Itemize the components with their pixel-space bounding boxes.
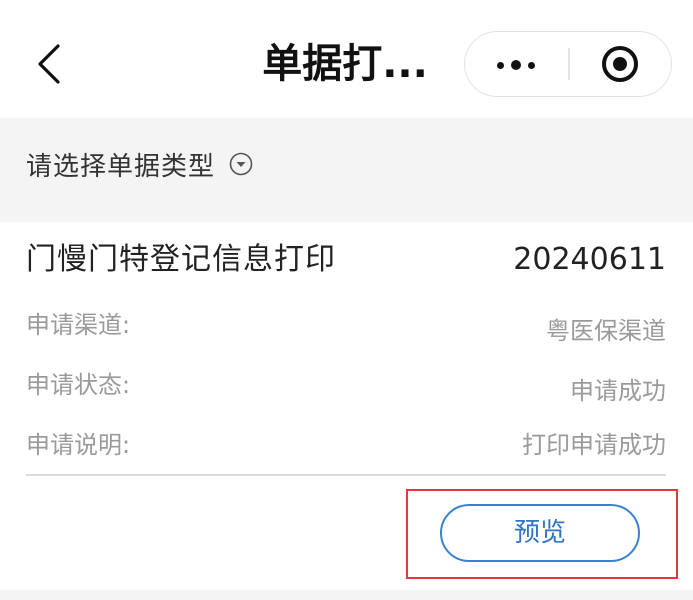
more-button[interactable] [465,32,568,95]
channel-label: 申请渠道: [26,311,131,339]
page-title: 单据打... [262,41,428,87]
description-label: 申请说明: [26,431,131,459]
chevron-down-circle-icon [229,152,253,176]
filter-bar: 请选择单据类型 [0,118,693,222]
bill-type-label: 请选择单据类型 [26,151,216,182]
status-value: 申请成功 [570,377,666,405]
description-value: 打印申请成功 [522,431,666,459]
more-dot-icon [528,62,535,69]
divider [26,474,666,476]
more-dot-icon [497,62,504,69]
bill-type-selector[interactable]: 请选择单据类型 [26,144,253,184]
record-date: 20240611 [513,242,666,277]
back-button[interactable] [28,40,72,88]
highlight-box [406,489,678,579]
more-dot-icon [511,60,521,70]
bottom-band [0,590,693,600]
channel-value: 粤医保渠道 [546,317,666,345]
record-title: 门慢门特登记信息打印 [26,242,336,277]
chevron-left-icon [38,44,60,84]
mini-program-capsule [464,31,672,97]
nav-bar: 单据打... [0,0,693,118]
close-button[interactable] [570,32,671,95]
target-close-icon [602,46,638,82]
page: 单据打... 请选择单据类型 门慢门特登记信息打印 20240611 申请渠道:… [0,0,693,600]
status-label: 申请状态: [26,371,131,399]
